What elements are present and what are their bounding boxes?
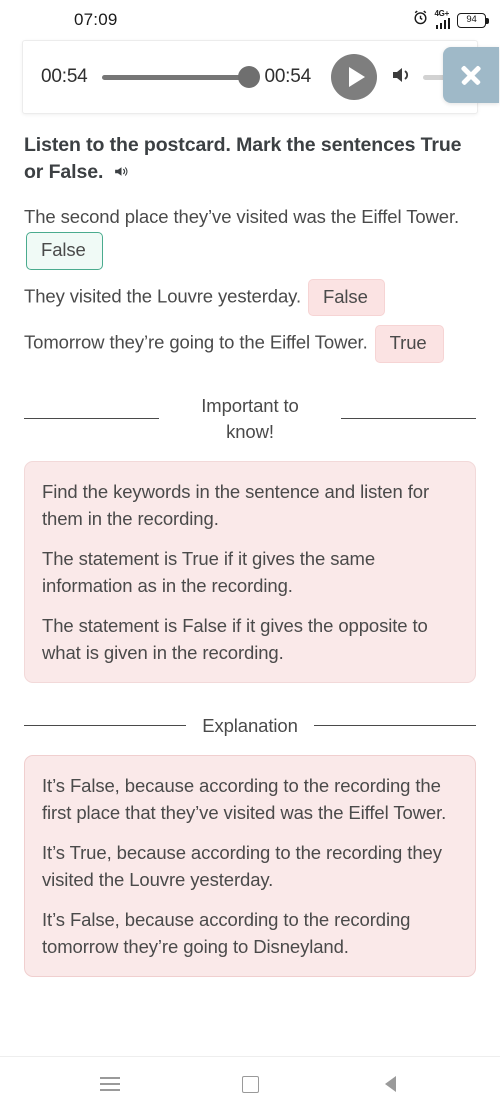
home-button[interactable] xyxy=(224,1064,276,1104)
statement-text: They visited the Louvre yesterday. xyxy=(24,285,301,307)
network-type-label: 4G+ xyxy=(434,8,450,18)
statement-row: The second place they’ve visited was the… xyxy=(24,202,476,270)
explanation-heading: Explanation xyxy=(202,714,298,736)
volume-icon[interactable] xyxy=(389,63,415,92)
divider-line-right xyxy=(313,725,476,726)
status-bar: 07:09 4G+ 94 xyxy=(0,0,500,40)
signal-bars-icon: 4G+ xyxy=(434,8,450,29)
speaker-icon[interactable] xyxy=(112,161,131,188)
home-square-icon xyxy=(241,1075,259,1093)
current-time-label: 00:54 xyxy=(41,66,88,87)
recents-button[interactable] xyxy=(84,1064,136,1104)
back-triangle-icon xyxy=(384,1076,396,1092)
phone-screen: 07:09 4G+ 94 00:54 00:54 Listen to the p… xyxy=(0,0,500,1111)
explanation-divider: Explanation xyxy=(24,713,476,739)
important-heading: Important to know! xyxy=(201,394,299,442)
answer-box[interactable]: False xyxy=(308,278,385,316)
audio-player-zone: 00:54 00:54 xyxy=(0,40,500,114)
android-nav-bar xyxy=(0,1056,500,1111)
divider-line-left xyxy=(24,725,187,726)
statement-text: The second place they’ve visited was the… xyxy=(24,206,460,227)
answer-box[interactable]: False xyxy=(26,232,103,270)
recents-menu-icon xyxy=(100,1073,120,1096)
important-paragraph: The statement is True if it gives the sa… xyxy=(42,547,376,596)
explanation-card: It’s False, because according to the rec… xyxy=(24,754,476,977)
explanation-paragraph: It’s False, because according to the rec… xyxy=(42,774,447,823)
status-indicators: 4G+ 94 xyxy=(412,8,489,31)
lesson-content: Listen to the postcard. Mark the sentenc… xyxy=(0,114,500,1056)
statement-row: They visited the Louvre yesterday. False xyxy=(24,278,476,316)
important-divider: Important to know! xyxy=(24,393,476,445)
statement-row: Tomorrow they’re going to the Eiffel Tow… xyxy=(24,325,476,363)
divider-line-left xyxy=(24,418,159,419)
audio-player: 00:54 00:54 xyxy=(22,40,499,114)
question-title-text: Listen to the postcard. Mark the sentenc… xyxy=(24,134,462,183)
important-paragraph: Find the keywords in the sentence and li… xyxy=(42,480,430,529)
important-paragraph: The statement is False if it gives the o… xyxy=(42,614,428,663)
status-clock: 07:09 xyxy=(74,10,118,29)
play-button[interactable] xyxy=(331,54,377,100)
seek-track xyxy=(101,74,259,80)
alarm-clock-icon xyxy=(412,9,429,31)
play-icon xyxy=(348,67,365,87)
close-player-button[interactable] xyxy=(443,47,499,103)
total-time-label: 00:54 xyxy=(264,66,311,87)
back-button[interactable] xyxy=(364,1064,416,1104)
answer-box[interactable]: True xyxy=(374,325,444,363)
seek-slider[interactable] xyxy=(101,65,261,89)
question-title: Listen to the postcard. Mark the sentenc… xyxy=(24,132,476,188)
divider-line-right xyxy=(341,418,476,419)
battery-level-label: 94 xyxy=(466,14,477,26)
battery-icon: 94 xyxy=(457,12,489,28)
explanation-paragraph: It’s False, because according to the rec… xyxy=(42,908,411,957)
statement-text: Tomorrow they’re going to the Eiffel Tow… xyxy=(24,331,368,353)
explanation-paragraph: It’s True, because according to the reco… xyxy=(42,841,442,890)
important-card: Find the keywords in the sentence and li… xyxy=(24,460,476,683)
seek-thumb[interactable] xyxy=(238,66,261,88)
close-icon xyxy=(458,62,484,88)
